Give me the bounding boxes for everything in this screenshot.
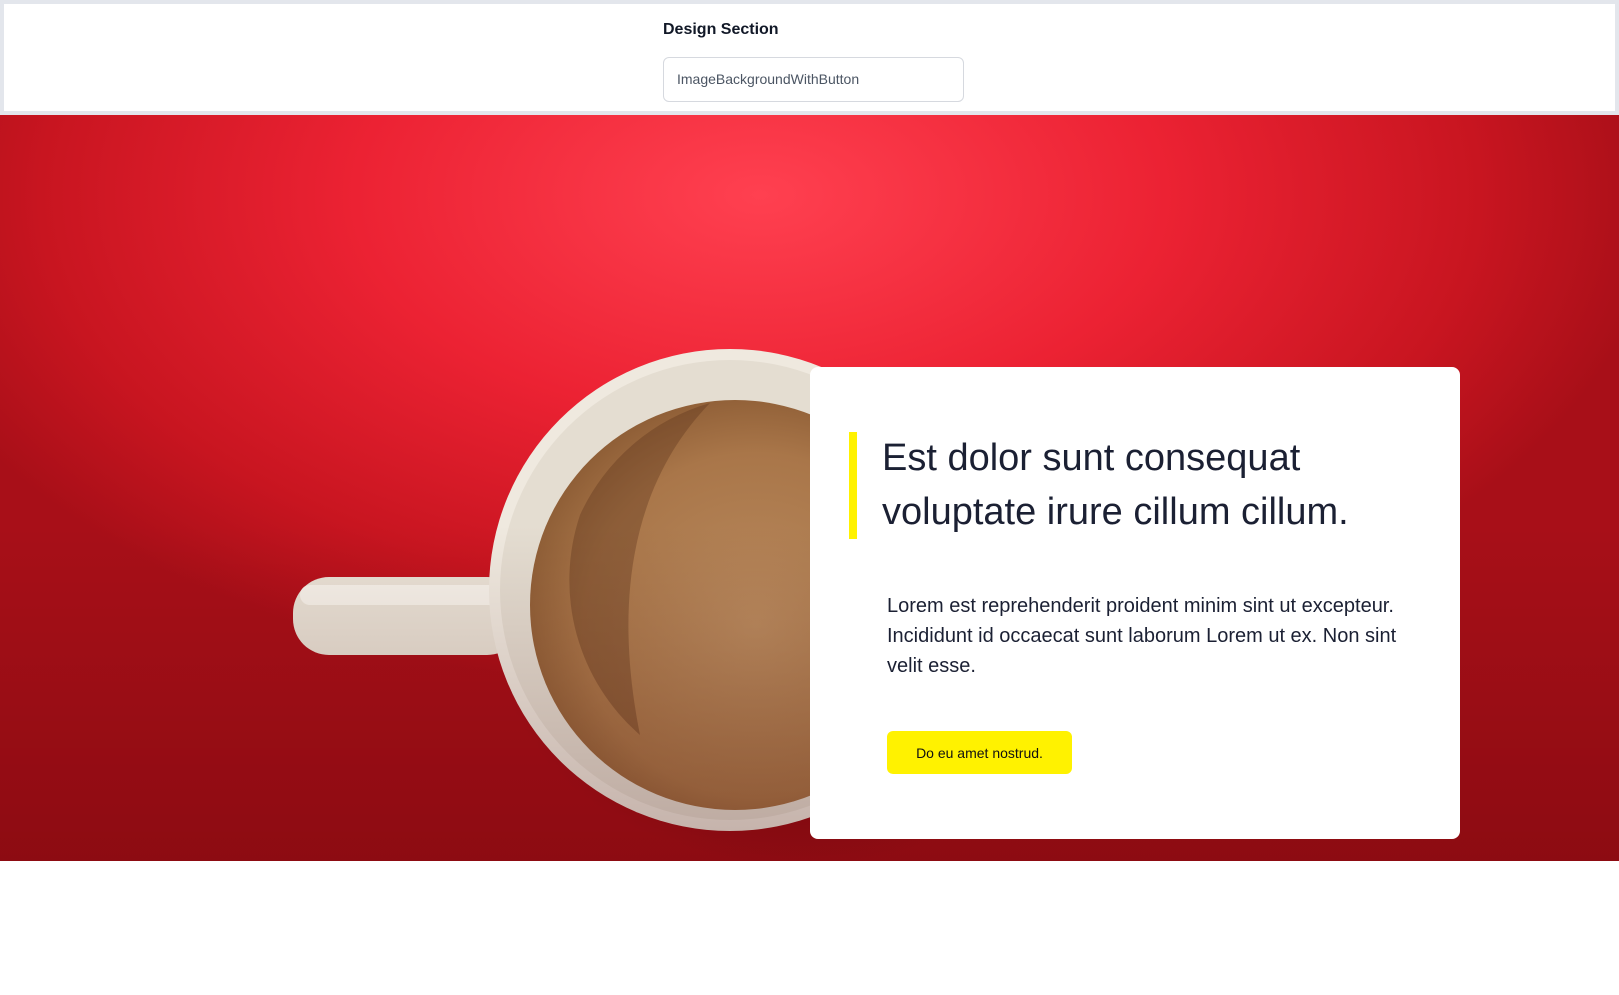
design-section-label: Design Section (663, 21, 779, 38)
hero-section: Est dolor sunt consequat voluptate irure… (0, 115, 1619, 861)
cta-button[interactable]: Do eu amet nostrud. (887, 731, 1072, 774)
design-section-bar: Design Section ImageBackgroundWithButton (0, 0, 1619, 115)
accent-bar (849, 432, 857, 539)
content-card: Est dolor sunt consequat voluptate irure… (810, 367, 1460, 839)
hero-body-text: Lorem est reprehenderit proident minim s… (887, 595, 1397, 677)
hero-headline: Est dolor sunt consequat voluptate irure… (882, 437, 1349, 533)
design-section-select[interactable]: ImageBackgroundWithButton (663, 57, 964, 102)
